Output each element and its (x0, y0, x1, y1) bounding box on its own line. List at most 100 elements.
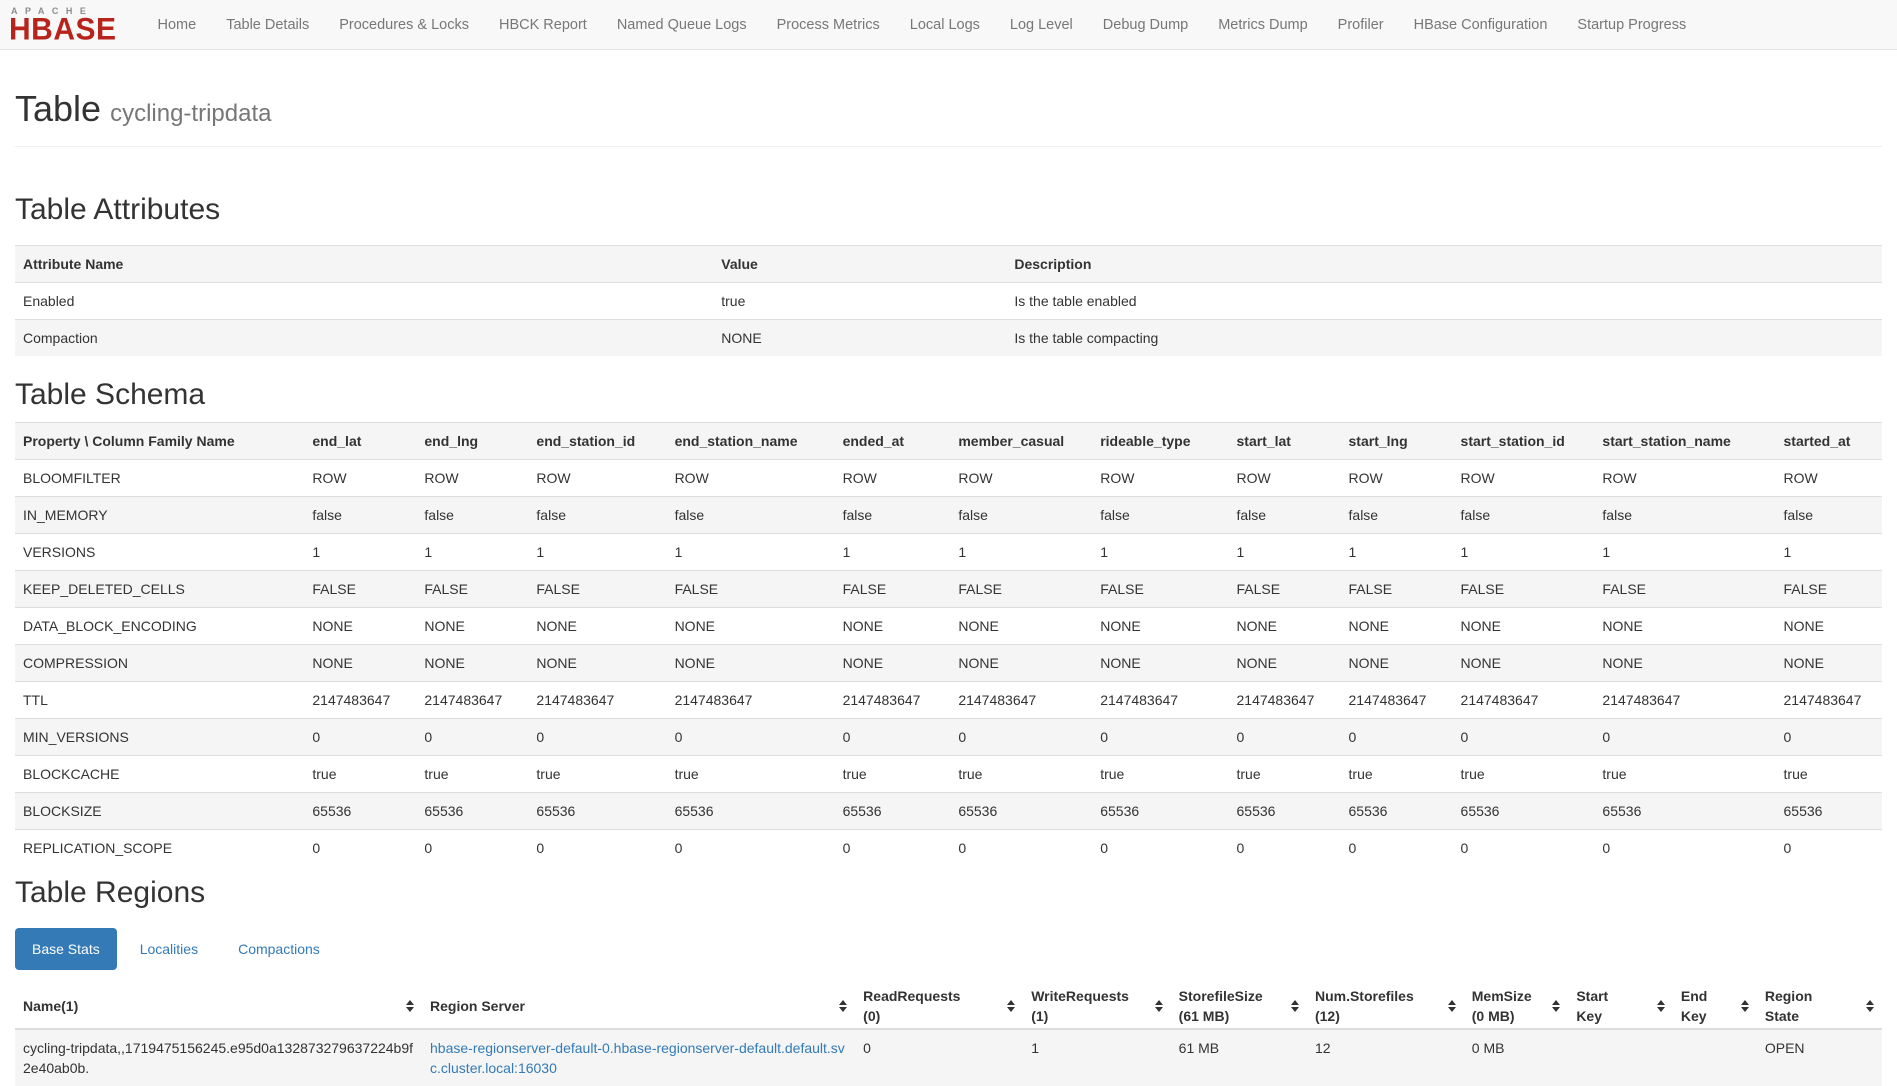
regions-heading: Table Regions (15, 876, 1882, 910)
nav-link-named-queue-logs[interactable]: Named Queue Logs (602, 0, 762, 50)
schema-value-cell: 1 (1229, 534, 1341, 571)
nav-item: Debug Dump (1088, 0, 1203, 50)
sort-icon[interactable] (1866, 1000, 1874, 1012)
nav-link-hbase-configuration[interactable]: HBase Configuration (1399, 0, 1563, 50)
sort-icon[interactable] (1741, 1000, 1749, 1012)
schema-value-cell: false (1092, 497, 1228, 534)
schema-value-cell: NONE (667, 645, 835, 682)
schema-value-cell: true (667, 756, 835, 793)
schema-property-cell: VERSIONS (15, 534, 304, 571)
schema-value-cell: 65536 (1229, 793, 1341, 830)
schema-value-cell: 65536 (416, 793, 528, 830)
schema-row: MIN_VERSIONS000000000000 (15, 719, 1882, 756)
schema-value-cell: ROW (835, 460, 951, 497)
schema-property-cell: MIN_VERSIONS (15, 719, 304, 756)
schema-header-row: Property \ Column Family Nameend_latend_… (15, 423, 1882, 460)
schema-value-cell: 1 (667, 534, 835, 571)
schema-value-cell: 1 (528, 534, 666, 571)
schema-family-col-header-end-station-name: end_station_name (667, 423, 835, 460)
nav-item: Procedures & Locks (324, 0, 484, 50)
attribute-cell: Enabled (15, 283, 713, 320)
schema-family-col-header-end-station-id: end_station_id (528, 423, 666, 460)
nav-link-local-logs[interactable]: Local Logs (895, 0, 995, 50)
sort-icon[interactable] (1155, 1000, 1163, 1012)
schema-value-cell: 2147483647 (528, 682, 666, 719)
nav-item: Process Metrics (762, 0, 895, 50)
col-label: Region (1765, 986, 1812, 1006)
schema-property-cell: BLOCKCACHE (15, 756, 304, 793)
region-num-storefiles: 12 (1307, 1029, 1464, 1086)
schema-family-col-header-start-station-id: start_station_id (1453, 423, 1595, 460)
col-label: End (1681, 986, 1707, 1006)
sort-icon[interactable] (839, 1000, 847, 1012)
page-header: Tablecycling-tripdata (15, 88, 1882, 147)
region-storefile-size: 61 MB (1171, 1029, 1307, 1086)
nav-link-procedures-locks[interactable]: Procedures & Locks (324, 0, 484, 50)
schema-value-cell: false (1453, 497, 1595, 534)
sort-icon[interactable] (406, 1000, 414, 1012)
sort-icon[interactable] (1007, 1000, 1015, 1012)
top-navbar: APACHE HBASE HomeTable DetailsProcedures… (0, 0, 1897, 50)
regions-col-header-region[interactable]: RegionState (1757, 984, 1882, 1029)
attribute-row: EnabledtrueIs the table enabled (15, 283, 1882, 320)
nav-link-log-level[interactable]: Log Level (995, 0, 1088, 50)
sort-icon[interactable] (1291, 1000, 1299, 1012)
nav-item: Home (143, 0, 212, 50)
hbase-logo[interactable]: APACHE HBASE (9, 7, 117, 43)
schema-value-cell: NONE (950, 645, 1092, 682)
schema-value-cell: ROW (1229, 460, 1341, 497)
nav-link-process-metrics[interactable]: Process Metrics (762, 0, 895, 50)
regions-col-header-readrequests[interactable]: ReadRequests(0) (855, 984, 1023, 1029)
schema-value-cell: 2147483647 (1453, 682, 1595, 719)
schema-value-cell: NONE (1594, 645, 1775, 682)
schema-value-cell: FALSE (304, 571, 416, 608)
regions-col-header-memsize[interactable]: MemSize(0 MB) (1464, 984, 1569, 1029)
schema-value-cell: false (1341, 497, 1453, 534)
sort-icon[interactable] (1448, 1000, 1456, 1012)
schema-value-cell: 65536 (1341, 793, 1453, 830)
regions-col-header-writerequests[interactable]: WriteRequests(1) (1023, 984, 1170, 1029)
schema-value-cell: 2147483647 (1776, 682, 1882, 719)
region-server-link[interactable]: hbase-regionserver-default-0.hbase-regio… (430, 1040, 845, 1076)
regions-col-header-start[interactable]: StartKey (1568, 984, 1673, 1029)
schema-value-cell: ROW (528, 460, 666, 497)
regions-col-header-name-1[interactable]: Name(1) (15, 984, 422, 1029)
schema-value-cell: 2147483647 (1229, 682, 1341, 719)
nav-menu: HomeTable DetailsProcedures & LocksHBCK … (143, 0, 1702, 50)
regions-col-header-num-storefiles[interactable]: Num.Storefiles(12) (1307, 984, 1464, 1029)
schema-value-cell: 0 (528, 719, 666, 756)
nav-link-home[interactable]: Home (143, 0, 212, 50)
schema-value-cell: false (1229, 497, 1341, 534)
schema-value-cell: FALSE (950, 571, 1092, 608)
regions-col-header-region-server[interactable]: Region Server (422, 984, 855, 1029)
tab-link-localities[interactable]: Localities (123, 928, 215, 970)
schema-property-cell: COMPRESSION (15, 645, 304, 682)
nav-link-metrics-dump[interactable]: Metrics Dump (1203, 0, 1322, 50)
nav-link-startup-progress[interactable]: Startup Progress (1562, 0, 1701, 50)
sort-icon[interactable] (1657, 1000, 1665, 1012)
nav-link-hbck-report[interactable]: HBCK Report (484, 0, 602, 50)
tab-link-base-stats[interactable]: Base Stats (15, 928, 117, 970)
schema-family-col-header-end-lat: end_lat (304, 423, 416, 460)
regions-header-row: Name(1)Region ServerReadRequests(0)Write… (15, 984, 1882, 1029)
nav-link-debug-dump[interactable]: Debug Dump (1088, 0, 1203, 50)
schema-value-cell: 1 (835, 534, 951, 571)
tab-link-compactions[interactable]: Compactions (221, 928, 337, 970)
schema-value-cell: 0 (304, 719, 416, 756)
schema-value-cell: 65536 (528, 793, 666, 830)
nav-link-profiler[interactable]: Profiler (1323, 0, 1399, 50)
schema-value-cell: 0 (1453, 719, 1595, 756)
col-sublabel: (61 MB) (1179, 1006, 1263, 1026)
schema-value-cell: 65536 (1594, 793, 1775, 830)
nav-link-table-details[interactable]: Table Details (211, 0, 324, 50)
regions-col-header-end[interactable]: EndKey (1673, 984, 1757, 1029)
schema-value-cell: FALSE (1341, 571, 1453, 608)
schema-value-cell: FALSE (1776, 571, 1882, 608)
schema-value-cell: 0 (1594, 719, 1775, 756)
sort-icon[interactable] (1552, 1000, 1560, 1012)
schema-property-cell: REPLICATION_SCOPE (15, 830, 304, 867)
col-label: WriteRequests (1031, 986, 1129, 1006)
col-sublabel: (1) (1031, 1006, 1129, 1026)
regions-col-header-storefilesize[interactable]: StorefileSize(61 MB) (1171, 984, 1307, 1029)
schema-value-cell: NONE (1776, 608, 1882, 645)
